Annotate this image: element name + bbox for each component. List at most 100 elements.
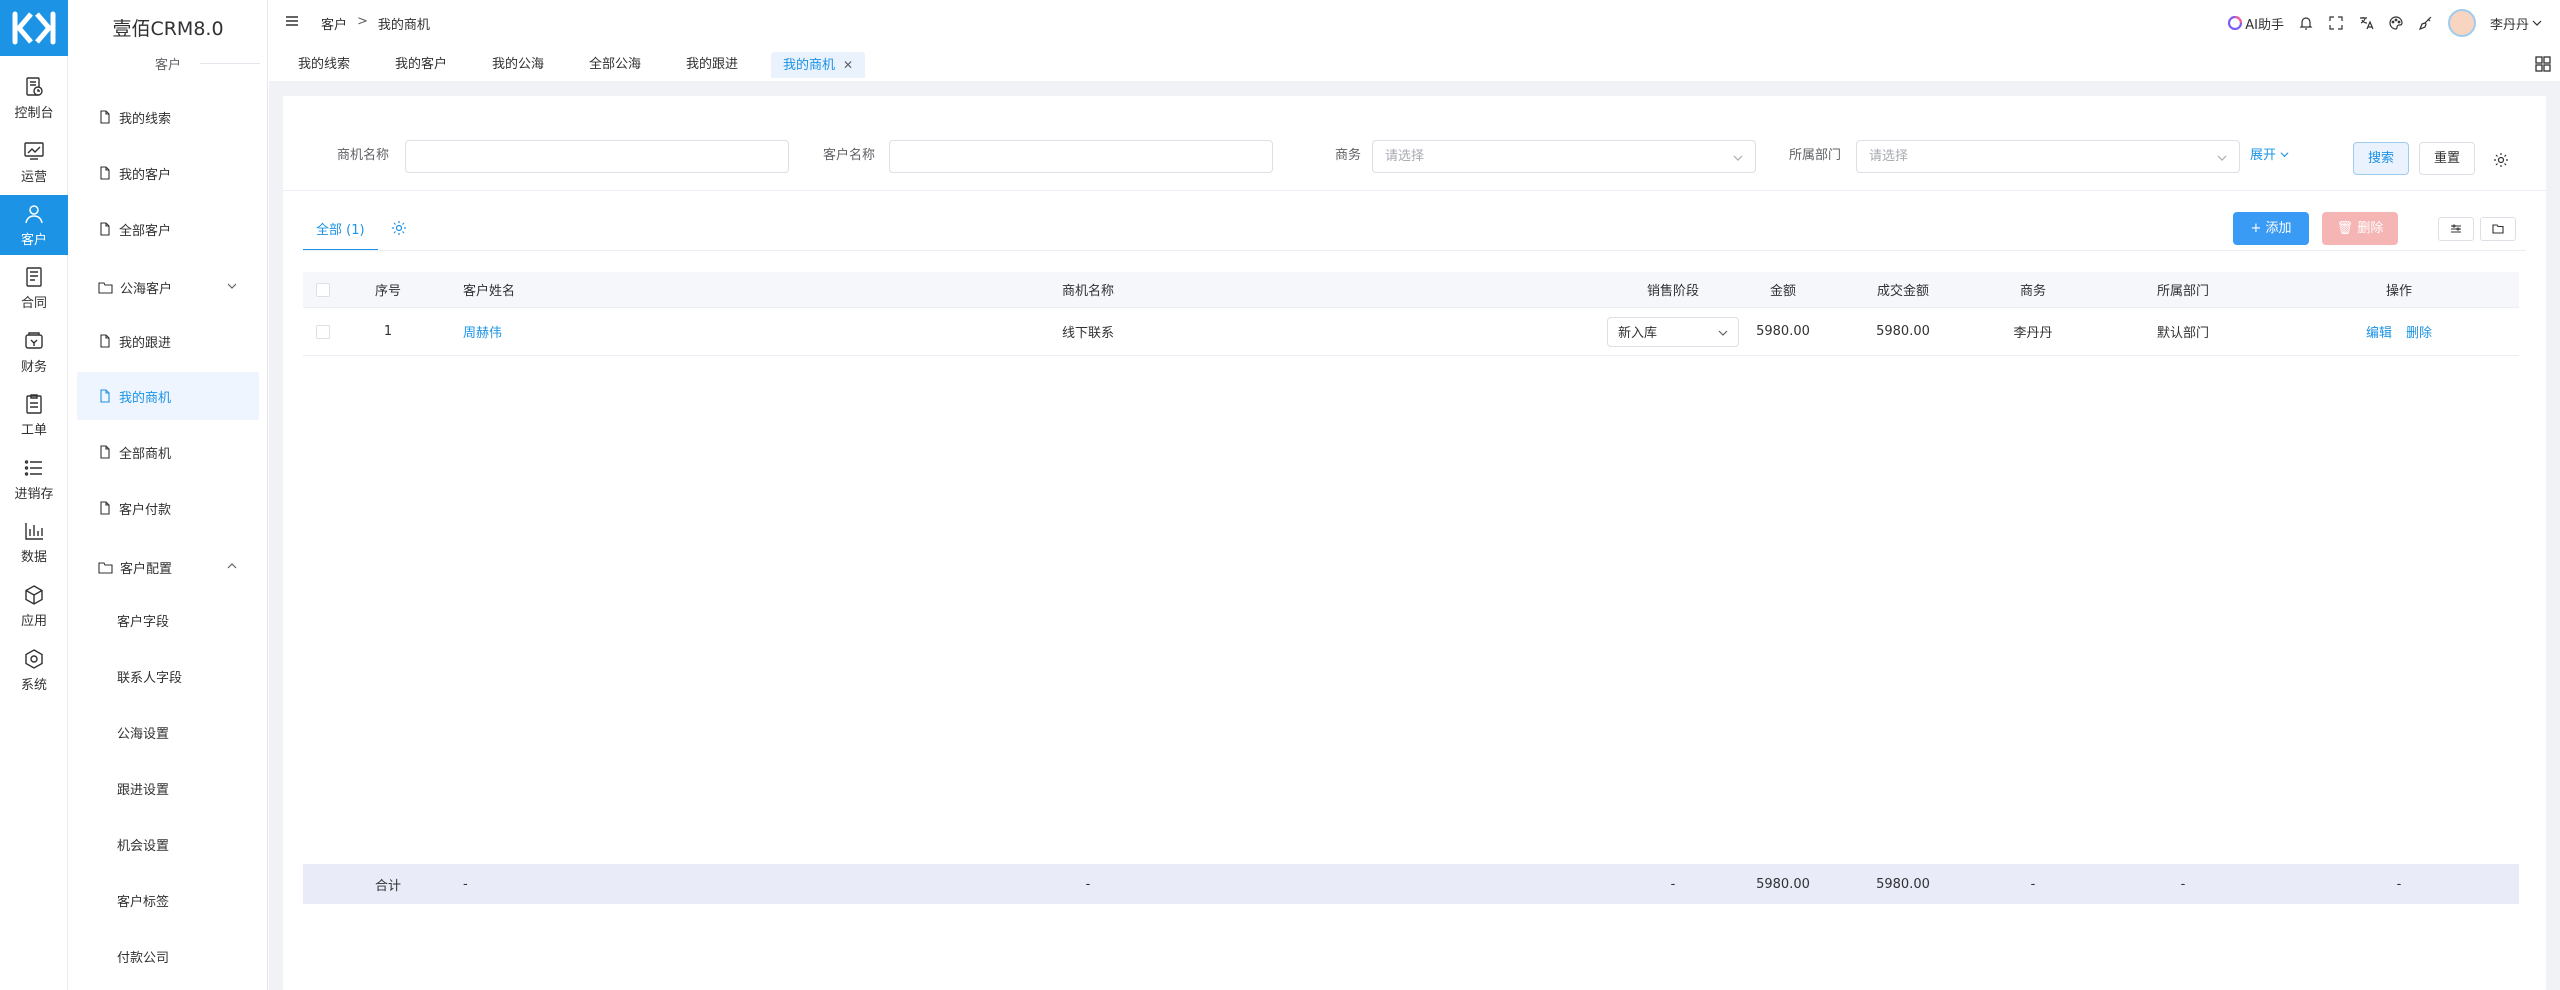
stage-select[interactable]: 新入库 — [1607, 316, 1739, 347]
rail-item-label: 合同 — [20, 295, 47, 311]
rail-item-customer[interactable]: 客户 — [0, 195, 68, 255]
menu-item-label: 我的客户 — [119, 167, 172, 183]
owner-select[interactable]: 请选择 — [1372, 140, 1756, 173]
menu-item-all-opportunities[interactable]: 全部商机 — [77, 428, 259, 476]
menu-item-payment-company[interactable]: 付款公司 — [77, 934, 259, 978]
select-all-checkbox[interactable] — [316, 282, 330, 297]
tab-my-leads[interactable]: 我的线索 — [286, 52, 362, 78]
app-logo[interactable] — [0, 0, 68, 56]
menu-item-my-customers[interactable]: 我的客户 — [77, 149, 259, 197]
rail-item-inventory[interactable]: 进销存 — [0, 449, 68, 509]
gear-icon[interactable] — [2493, 152, 2509, 168]
column-header: 操作 — [2385, 284, 2412, 299]
menu-item-customer-fields[interactable]: 客户字段 — [77, 598, 259, 642]
menu-item-label: 我的线索 — [119, 111, 172, 127]
tab-my-followups[interactable]: 我的跟进 — [674, 52, 750, 78]
breadcrumb-item[interactable]: 客户 — [321, 14, 347, 33]
rail-item-label: 进销存 — [14, 486, 54, 502]
chevron-down-icon — [227, 283, 237, 289]
tab-my-opportunities[interactable]: 我的商机 ✕ — [771, 52, 866, 78]
menu-item-customer-payments[interactable]: 客户付款 — [77, 484, 259, 532]
opportunity-name-input[interactable] — [405, 140, 789, 173]
customer-cell: 周赫伟 — [433, 308, 583, 355]
expand-filters-link[interactable]: 展开 — [2250, 144, 2289, 163]
tab-my-public-pool[interactable]: 我的公海 — [480, 52, 556, 78]
rail-item-apps[interactable]: 应用 — [0, 576, 68, 636]
delete-button-label: 删除 — [2357, 221, 2384, 236]
page-tabs: 我的线索 我的客户 我的公海 全部公海 我的跟进 我的商机 ✕ — [269, 46, 2560, 82]
menu-item-label: 全部客户 — [119, 223, 172, 239]
fullscreen-icon[interactable] — [2328, 15, 2344, 31]
top-bar: 客户 > 我的商机 AI助手 李丹丹 — [269, 0, 2560, 46]
department-select[interactable]: 请选择 — [1856, 140, 2240, 173]
chevron-down-icon — [2280, 152, 2289, 158]
menu-item-public-pool-settings[interactable]: 公海设置 — [77, 710, 259, 754]
avatar[interactable] — [2447, 9, 2476, 37]
ai-assistant-button[interactable]: AI助手 — [2228, 14, 2284, 33]
filter-divider — [283, 190, 2546, 191]
ai-assistant-label: AI助手 — [2245, 17, 2284, 33]
select-all-cell — [303, 272, 343, 307]
cube-icon — [25, 584, 43, 605]
rail-item-dashboard[interactable]: 控制台 — [0, 68, 68, 128]
tab-all[interactable]: 全部 (1) — [316, 219, 365, 238]
customer-link[interactable]: 周赫伟 — [463, 322, 502, 341]
close-icon[interactable]: ✕ — [843, 58, 853, 72]
menu-item-my-opportunities[interactable]: 我的商机 — [77, 372, 259, 420]
bar-chart-icon — [25, 522, 43, 540]
dashboard-icon — [26, 76, 43, 96]
column-settings-button[interactable] — [2438, 217, 2474, 241]
rail-item-system[interactable]: 系统 — [0, 640, 68, 700]
tab-all-public-pool[interactable]: 全部公海 — [577, 52, 653, 78]
user-menu[interactable]: 李丹丹 — [2490, 14, 2542, 33]
rail-item-label: 数据 — [20, 549, 47, 565]
file-icon — [100, 501, 110, 515]
column-header: 所属部门 — [2156, 284, 2209, 299]
department-select-placeholder: 请选择 — [1869, 149, 1909, 164]
file-icon — [100, 166, 110, 180]
rail-item-operations[interactable]: 运营 — [0, 132, 68, 192]
rail-item-data[interactable]: 数据 — [0, 512, 68, 572]
deal-amount-cell: 5980.00 — [1876, 324, 1930, 339]
brush-icon[interactable] — [2418, 15, 2434, 31]
delete-button[interactable]: 🗑 删除 — [2322, 212, 2398, 245]
rail-item-ticket[interactable]: 工单 — [0, 385, 68, 445]
customer-name-label: 客户名称 — [823, 148, 876, 163]
expand-label: 展开 — [2250, 148, 2277, 163]
row-checkbox[interactable] — [316, 324, 330, 339]
chevron-down-icon — [2532, 20, 2542, 26]
add-button[interactable]: + 添加 — [2233, 212, 2309, 245]
tab-my-customers[interactable]: 我的客户 — [383, 52, 459, 78]
menu-item-my-leads[interactable]: 我的线索 — [77, 93, 259, 141]
delete-link[interactable]: 删除 — [2406, 322, 2432, 341]
stage-select-value: 新入库 — [1618, 326, 1658, 341]
folder-button[interactable] — [2480, 217, 2516, 241]
menu-item-label: 我的商机 — [119, 390, 172, 406]
menu-toggle-icon[interactable] — [285, 14, 299, 28]
grid-icon[interactable] — [2534, 55, 2552, 73]
file-icon — [100, 445, 110, 459]
menu-item-customer-tags[interactable]: 客户标签 — [77, 878, 259, 922]
palette-icon[interactable] — [2388, 15, 2404, 31]
chevron-down-icon — [2217, 155, 2227, 161]
bell-icon[interactable] — [2298, 15, 2314, 31]
edit-link[interactable]: 编辑 — [2366, 322, 2392, 341]
column-header: 商务 — [2019, 284, 2046, 299]
menu-item-contact-fields[interactable]: 联系人字段 — [77, 654, 259, 698]
breadcrumb-separator: > — [357, 14, 368, 29]
gear-icon[interactable] — [391, 220, 407, 236]
rail-item-finance[interactable]: 财务 — [0, 322, 68, 382]
summary-amount: 5980.00 — [1756, 876, 1810, 892]
menu-item-all-customers[interactable]: 全部客户 — [77, 205, 259, 253]
customer-name-input[interactable] — [889, 140, 1273, 173]
rail-item-contract[interactable]: 合同 — [0, 258, 68, 318]
menu-group-public-customers[interactable]: 公海客户 — [77, 265, 259, 309]
menu-item-my-followups[interactable]: 我的跟进 — [77, 317, 259, 365]
menu-item-followup-settings[interactable]: 跟进设置 — [77, 766, 259, 810]
search-button[interactable]: 搜索 — [2353, 142, 2409, 175]
reset-button[interactable]: 重置 — [2419, 142, 2475, 175]
menu-group-customer-config[interactable]: 客户配置 — [77, 545, 259, 589]
translate-icon[interactable] — [2358, 15, 2374, 31]
summary-cell: - — [1085, 876, 1091, 892]
menu-item-opportunity-settings[interactable]: 机会设置 — [77, 822, 259, 866]
